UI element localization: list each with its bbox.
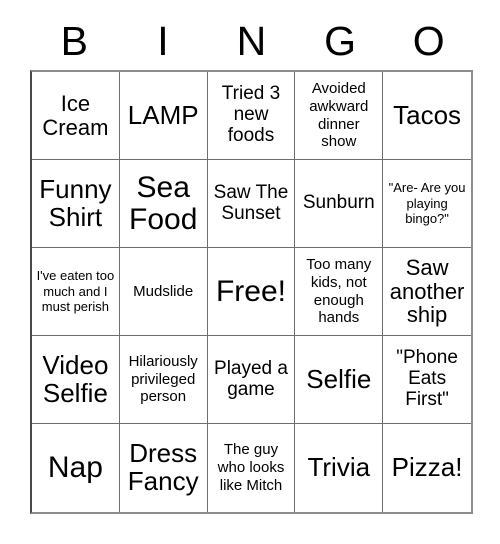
bingo-header-letter-o: O	[412, 17, 445, 64]
bingo-header-letter-g: G	[324, 17, 357, 64]
bingo-cell[interactable]: Hilariously privileged person	[119, 336, 208, 424]
bingo-cell[interactable]: "Are- Are you playing bingo?"	[383, 160, 471, 248]
bingo-cell-label: "Are- Are you playing bingo?"	[388, 179, 466, 227]
bingo-row: Nap Dress Fancy The guy who looks like M…	[32, 424, 471, 512]
bingo-cell-label: Dress Fancy	[127, 438, 199, 496]
bingo-cell-label: The guy who looks like Mitch	[217, 441, 285, 494]
bingo-cell[interactable]: Mudslide	[119, 248, 208, 336]
bingo-cell-label: Selfie	[306, 363, 372, 394]
bingo-cell[interactable]: Sea Food	[119, 160, 208, 248]
bingo-cell-label: Hilariously privileged person	[128, 352, 198, 406]
bingo-cell-label: Funny Shirt	[39, 173, 112, 232]
bingo-cell[interactable]: Too many kids, not enough hands	[295, 248, 384, 336]
bingo-cell-label: "Phone Eats First"	[396, 347, 458, 410]
bingo-cell-label: Nap	[47, 451, 103, 485]
bingo-row: Funny Shirt Sea Food Saw The Sunset Sunb…	[32, 160, 471, 248]
bingo-cell-label: Free!	[215, 274, 286, 308]
bingo-cell[interactable]: Ice Cream	[32, 72, 120, 160]
bingo-cell[interactable]: I've eaten too much and I must perish	[32, 248, 120, 336]
bingo-cell-label: Saw another ship	[389, 254, 465, 328]
bingo-cell[interactable]: Selfie	[295, 336, 384, 424]
bingo-cell-label: Too many kids, not enough hands	[306, 256, 372, 327]
bingo-cell[interactable]: Avoided awkward dinner show	[295, 72, 384, 160]
bingo-cell[interactable]: "Phone Eats First"	[383, 336, 471, 424]
bingo-cell[interactable]: Pizza!	[383, 424, 471, 512]
bingo-cell[interactable]: Saw The Sunset	[207, 160, 296, 248]
bingo-header-row: B I N G O	[30, 12, 473, 70]
bingo-cell-label: Sea Food	[129, 171, 198, 236]
bingo-cell-label: Ice Cream	[42, 90, 109, 140]
bingo-cell[interactable]: Nap	[32, 424, 120, 512]
bingo-cell[interactable]: The guy who looks like Mitch	[207, 424, 296, 512]
bingo-header-letter-i: I	[157, 17, 169, 64]
bingo-row: Video Selfie Hilariously privileged pers…	[32, 336, 471, 424]
bingo-cell[interactable]: Sunburn	[295, 160, 384, 248]
bingo-cell-label: Mudslide	[133, 282, 194, 300]
bingo-cell-label: Sunburn	[302, 192, 375, 214]
bingo-cell-label: Tacos	[393, 99, 462, 130]
bingo-cell-label: Trivia	[307, 452, 371, 483]
bingo-cell[interactable]: Funny Shirt	[32, 160, 120, 248]
bingo-cell-label: I've eaten too much and I must perish	[36, 267, 115, 315]
bingo-card: B I N G O Ice Cream LAMP Tried 3 new foo…	[30, 12, 473, 514]
bingo-cell-label: Video Selfie	[42, 349, 109, 408]
bingo-cell-label: Saw The Sunset	[213, 181, 289, 224]
bingo-cell[interactable]: Played a game	[207, 336, 296, 424]
bingo-cell-label: Tried 3 new foods	[221, 83, 281, 146]
bingo-cell-label: Played a game	[214, 357, 288, 400]
bingo-cell[interactable]: Saw another ship	[383, 248, 471, 336]
bingo-row: I've eaten too much and I must perish Mu…	[32, 248, 471, 336]
bingo-cell-label: LAMP	[127, 99, 199, 130]
bingo-cell[interactable]: Dress Fancy	[119, 424, 208, 512]
bingo-cell[interactable]: Trivia	[295, 424, 384, 512]
bingo-cell-free[interactable]: Free!	[207, 248, 296, 336]
bingo-header-letter-n: N	[236, 17, 267, 64]
bingo-row: Ice Cream LAMP Tried 3 new foods Avoided…	[32, 72, 471, 160]
bingo-cell-label: Avoided awkward dinner show	[309, 80, 369, 151]
bingo-grid: Ice Cream LAMP Tried 3 new foods Avoided…	[30, 70, 473, 514]
bingo-cell[interactable]: LAMP	[119, 72, 208, 160]
bingo-cell[interactable]: Tried 3 new foods	[207, 72, 296, 160]
bingo-cell[interactable]: Video Selfie	[32, 336, 120, 424]
bingo-header-letter-b: B	[60, 17, 88, 64]
bingo-cell[interactable]: Tacos	[383, 72, 471, 160]
bingo-cell-label: Pizza!	[391, 452, 463, 483]
